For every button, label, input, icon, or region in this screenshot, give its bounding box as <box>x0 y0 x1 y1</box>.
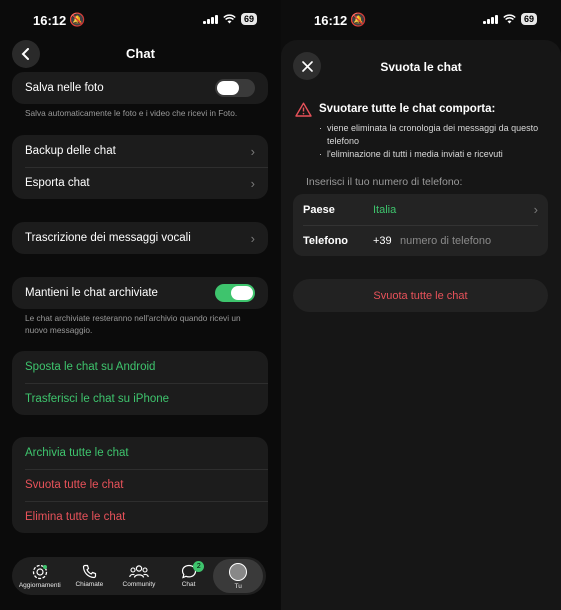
tab-label: Chiamate <box>75 581 104 588</box>
tab-updates[interactable]: Aggiornamenti <box>15 559 65 593</box>
status-time: 16:12 🔕 <box>33 12 85 28</box>
keep-archived-card: Mantieni le chat archiviate <box>12 277 268 309</box>
transfer-to-iphone-label: Trasferisci le chat su iPhone <box>25 393 170 405</box>
delete-all-row[interactable]: Elimina tutte le chat <box>12 501 268 533</box>
tab-community[interactable]: Community <box>114 559 164 593</box>
battery-icon: 69 <box>240 13 257 25</box>
bell-mute-icon: 🔕 <box>350 12 367 27</box>
export-row[interactable]: Esporta chat › <box>12 167 268 199</box>
list-item: l'eliminazione di tutti i media inviati … <box>319 148 549 161</box>
move-to-android-label: Sposta le chat su Android <box>25 361 156 373</box>
tab-calls[interactable]: Chiamate <box>65 559 115 593</box>
tab-label: Tu <box>234 582 242 590</box>
keep-archived-label: Mantieni le chat archiviate <box>25 287 158 299</box>
keep-archived-note: Le chat archiviate resteranno nell'archi… <box>25 313 241 335</box>
clear-chats-sheet: Svuota le chat Svuotare tutte le chat co… <box>281 40 561 610</box>
keep-archived-toggle[interactable] <box>215 284 255 302</box>
sheet-title: Svuota le chat <box>380 60 462 74</box>
phone-icon <box>82 564 96 579</box>
tab-label: Aggiornamenti <box>18 581 61 589</box>
status-bar: 16:12 🔕 69 <box>281 10 561 30</box>
warning-list: viene eliminata la cronologia dei messag… <box>319 122 549 161</box>
chevron-right-icon: › <box>533 202 538 217</box>
list-item: viene eliminata la cronologia dei messag… <box>319 122 549 148</box>
keep-archived-row[interactable]: Mantieni le chat archiviate <box>12 277 268 309</box>
save-photos-toggle[interactable] <box>215 79 255 97</box>
move-to-android-row[interactable]: Sposta le chat su Android <box>12 351 268 383</box>
clear-all-row[interactable]: Svuota tutte le chat <box>12 469 268 501</box>
phone-prompt-label: Inserisci il tuo numero di telefono: <box>306 176 463 188</box>
battery-icon: 69 <box>520 13 537 25</box>
save-photos-label: Salva nelle foto <box>25 82 104 94</box>
community-icon <box>129 565 149 578</box>
transcription-row[interactable]: Trascrizione dei messaggi vocali › <box>12 222 268 254</box>
avatar-icon <box>229 562 248 581</box>
country-key: Paese <box>303 203 335 216</box>
tab-label: Community <box>122 581 156 588</box>
danger-card: Archivia tutte le chat Svuota tutte le c… <box>12 437 268 533</box>
save-photos-row[interactable]: Salva nelle foto <box>12 72 268 104</box>
backup-label: Backup delle chat <box>25 145 116 157</box>
wifi-icon <box>223 14 236 24</box>
updates-icon <box>32 564 47 579</box>
save-photos-note: Salva automaticamente le foto e i video … <box>25 108 238 118</box>
clear-all-chats-button[interactable]: Svuota tutte le chat <box>293 279 548 312</box>
status-time: 16:12 🔕 <box>314 12 366 28</box>
phone-number-input[interactable]: numero di telefono <box>400 235 491 247</box>
wifi-icon <box>503 14 516 24</box>
warning-title: Svuotare tutte le chat comporta: <box>319 103 496 115</box>
status-bar: 16:12 🔕 69 <box>0 10 281 30</box>
signal-icon <box>203 14 218 24</box>
backup-row[interactable]: Backup delle chat › <box>12 135 268 167</box>
chevron-right-icon: › <box>250 175 255 191</box>
country-row[interactable]: Paese Italia › <box>303 194 538 225</box>
country-value: Italia <box>373 203 397 216</box>
transcription-label: Trascrizione dei messaggi vocali <box>25 232 191 244</box>
clock-text: 16:12 <box>33 12 67 28</box>
archive-all-row[interactable]: Archivia tutte le chat <box>12 437 268 469</box>
backup-card: Backup delle chat › Esporta chat › <box>12 135 268 199</box>
transfer-card: Sposta le chat su Android Trasferisci le… <box>12 351 268 415</box>
chat-settings-screen: 16:12 🔕 69 Chat Salva nelle foto Salva a… <box>0 0 281 610</box>
clock-text: 16:12 <box>314 12 348 28</box>
page-title: Chat <box>126 46 155 61</box>
clear-chats-screen: 16:12 🔕 69 Svuota le chat Svuotare tutte… <box>281 0 561 610</box>
phone-prefix[interactable]: +39 <box>373 235 400 247</box>
phone-row: Telefono +39 numero di telefono <box>303 225 538 256</box>
clear-all-label: Svuota tutte le chat <box>25 479 124 491</box>
tab-label: Chat <box>181 581 196 588</box>
bell-mute-icon: 🔕 <box>69 12 86 27</box>
archive-all-label: Archivia tutte le chat <box>25 447 129 459</box>
save-photos-card: Salva nelle foto <box>12 72 268 104</box>
export-label: Esporta chat <box>25 177 90 189</box>
unread-badge: 2 <box>193 561 205 572</box>
warning-icon <box>295 102 312 117</box>
tab-bar: Aggiornamenti Chiamate Community 2 Chat … <box>12 557 266 595</box>
chevron-right-icon: › <box>250 143 255 159</box>
chevron-right-icon: › <box>250 230 255 246</box>
signal-icon <box>483 14 498 24</box>
tab-you[interactable]: Tu <box>213 559 263 593</box>
transcription-card: Trascrizione dei messaggi vocali › <box>12 222 268 254</box>
tab-chat[interactable]: 2 Chat <box>164 559 214 593</box>
phone-key: Telefono <box>303 235 349 247</box>
transfer-to-iphone-row[interactable]: Trasferisci le chat su iPhone <box>12 383 268 415</box>
delete-all-label: Elimina tutte le chat <box>25 511 126 523</box>
phone-form: Paese Italia › Telefono +39 numero di te… <box>293 194 548 256</box>
